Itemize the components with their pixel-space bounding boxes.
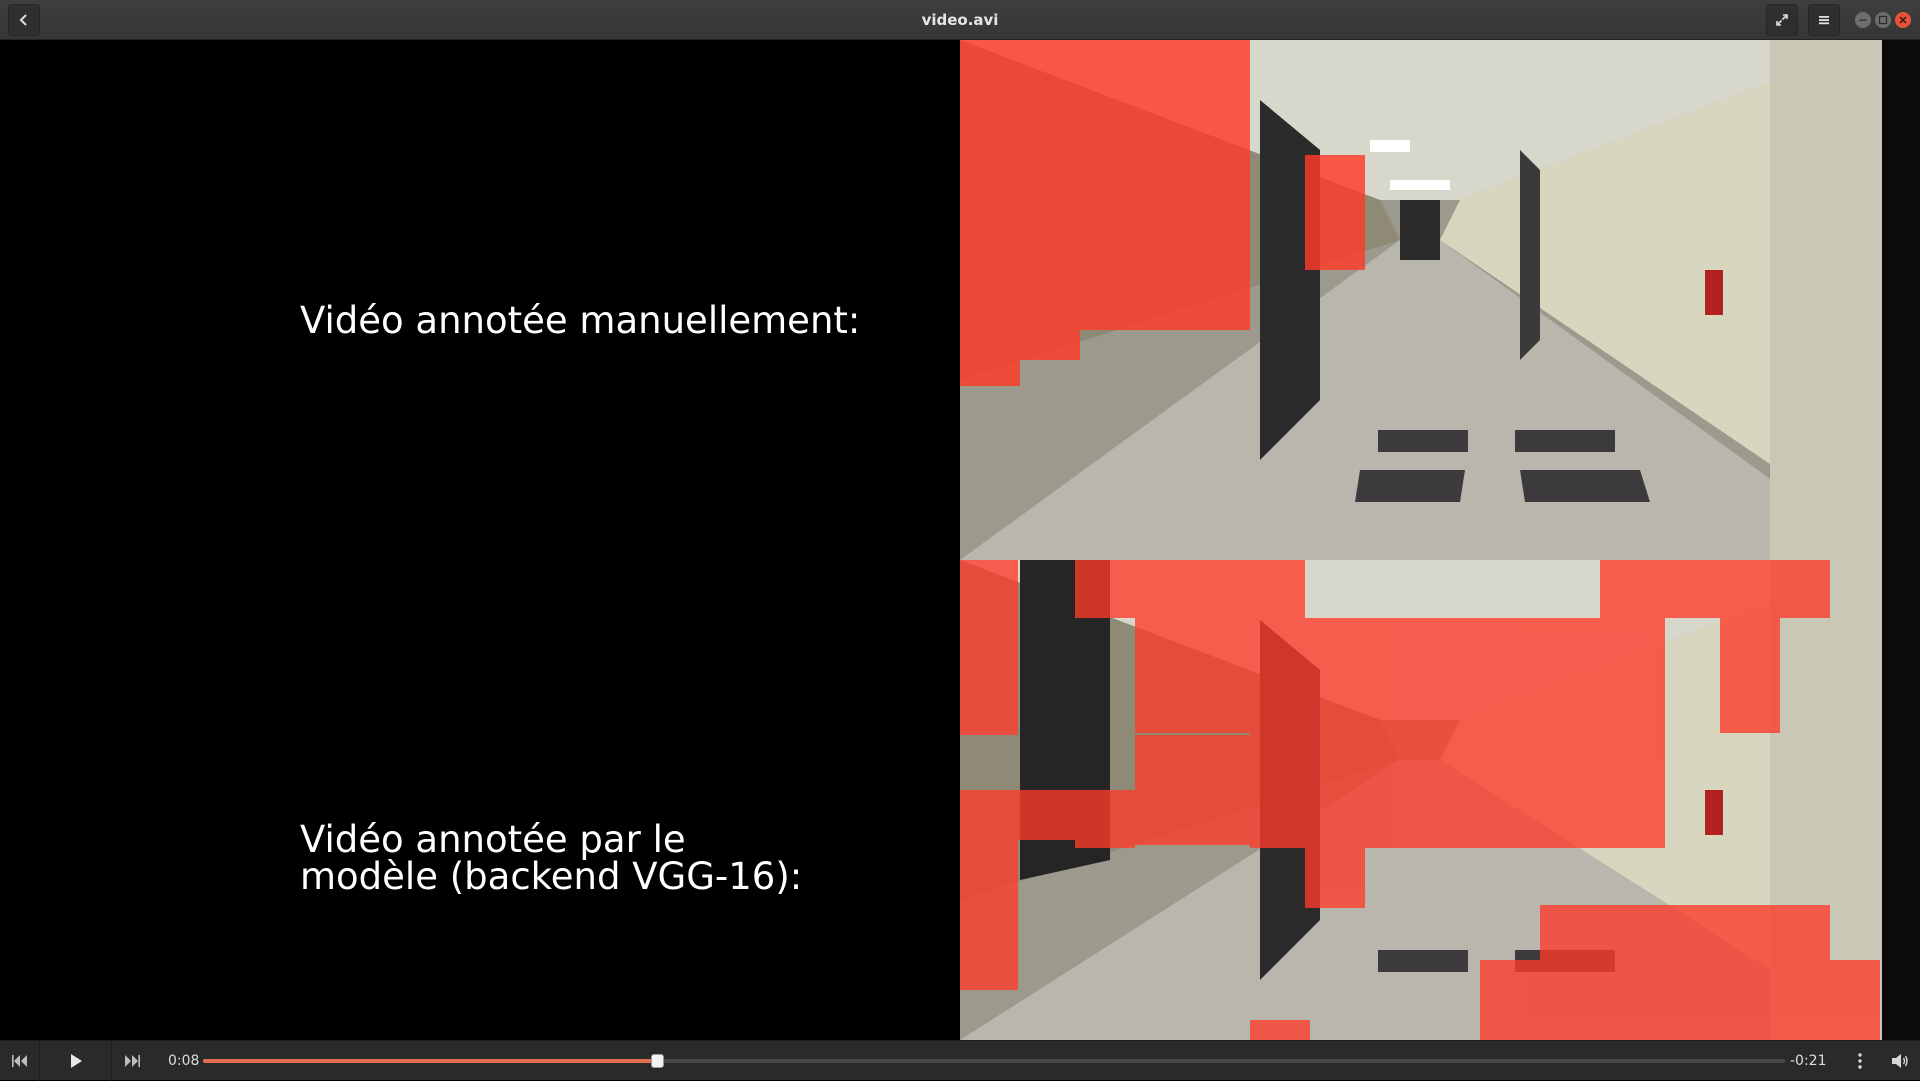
- video-frame-manual: [960, 40, 1882, 560]
- skip-next-icon: [125, 1055, 140, 1067]
- seek-bar[interactable]: [203, 1054, 1785, 1068]
- play-icon: [70, 1054, 82, 1068]
- maximize-button[interactable]: [1875, 12, 1891, 28]
- minimize-icon: [1859, 19, 1867, 21]
- next-button[interactable]: [112, 1041, 152, 1081]
- seek-handle[interactable]: [651, 1054, 665, 1068]
- corridor-scene-manual: [960, 40, 1882, 560]
- window-title: video.avi: [921, 11, 999, 29]
- vertical-dots-icon: [1858, 1053, 1862, 1069]
- play-button[interactable]: [40, 1041, 112, 1081]
- seek-progress: [203, 1059, 658, 1063]
- back-button[interactable]: [8, 4, 40, 36]
- menu-button[interactable]: [1808, 4, 1840, 36]
- chevron-left-icon: [19, 14, 27, 26]
- close-icon: [1899, 16, 1907, 24]
- caption-model-annotation: Vidéo annotée par le modèle (backend VGG…: [300, 821, 802, 895]
- skip-previous-icon: [11, 1055, 27, 1067]
- elapsed-time: 0:08: [168, 1053, 200, 1069]
- hamburger-menu-icon: [1819, 16, 1829, 25]
- video-frame-model: [960, 560, 1882, 1040]
- expand-icon: [1776, 14, 1788, 26]
- remaining-time: -0:21: [1790, 1053, 1827, 1069]
- speaker-icon: [1892, 1054, 1908, 1068]
- caption-model-line-2: modèle (backend VGG-16):: [300, 855, 803, 898]
- volume-button[interactable]: [1880, 1041, 1920, 1081]
- video-area[interactable]: Vidéo annotée manuellement: Vidéo annoté…: [0, 40, 1920, 1040]
- more-options-button[interactable]: [1840, 1041, 1880, 1081]
- title-bar: video.avi: [0, 0, 1920, 40]
- playback-controls: 0:08 -0:21: [0, 1040, 1920, 1081]
- caption-manual-annotation: Vidéo annotée manuellement:: [300, 299, 861, 342]
- video-letterbox: [1882, 40, 1920, 1040]
- minimize-button[interactable]: [1855, 12, 1871, 28]
- maximize-icon: [1878, 15, 1888, 25]
- fullscreen-button[interactable]: [1766, 4, 1798, 36]
- corridor-scene-model: [960, 560, 1882, 1040]
- caption-model-line-1: Vidéo annotée par le: [300, 818, 686, 861]
- previous-button[interactable]: [0, 1041, 40, 1081]
- close-button[interactable]: [1895, 12, 1911, 28]
